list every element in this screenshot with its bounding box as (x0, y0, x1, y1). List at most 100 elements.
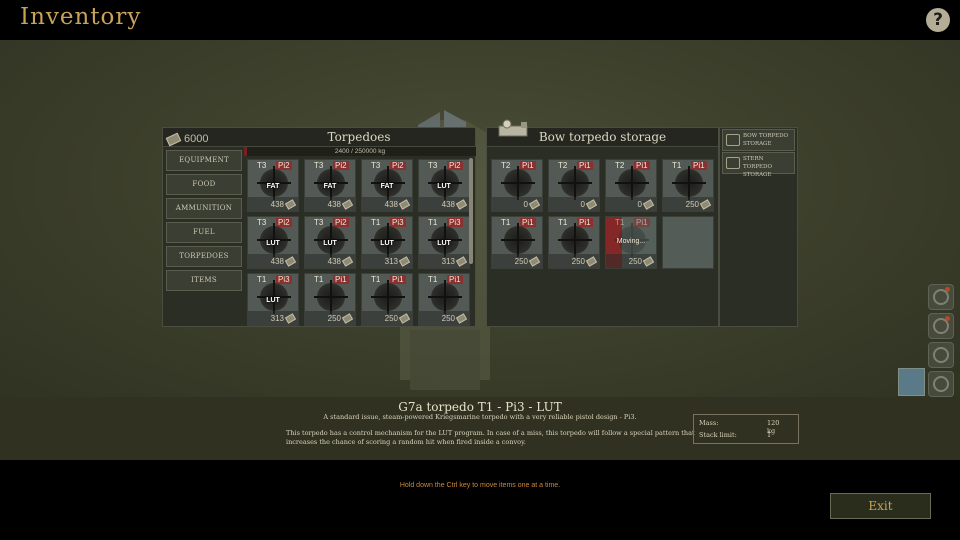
torpedo-type: T1 (428, 275, 438, 284)
torpedo-slot[interactable]: T1 Pi3 LUT 313 (418, 216, 470, 269)
torpedo-type: T1 (558, 218, 568, 227)
item-name: G7a torpedo T1 - Pi3 - LUT (398, 400, 562, 414)
binocular-glyph-icon (933, 376, 949, 392)
slot-price: 250 (685, 200, 699, 209)
slot-footer: 438 (419, 197, 469, 211)
inventory-scrollbar[interactable] (469, 158, 473, 264)
storage-button-0[interactable]: BOW TORPEDO STORAGE (722, 129, 795, 151)
stack-value: 1 (767, 431, 772, 439)
torpedo-slot[interactable]: T1 Pi3 LUT 313 (247, 273, 299, 326)
money-icon (341, 199, 354, 210)
top-bar: Inventory ? (0, 0, 960, 40)
slot-price: 313 (270, 314, 284, 323)
torpedo-icon (314, 280, 348, 314)
crew-status-icon[interactable] (928, 313, 954, 339)
slot-footer: 250 (663, 197, 713, 211)
torpedo-type: T1 (428, 218, 438, 227)
slot-price: 250 (514, 257, 528, 266)
binoculars-icon[interactable] (928, 371, 954, 397)
torpedo-slot[interactable]: T3 Pi2 FAT 438 (361, 159, 413, 212)
money-icon (699, 199, 712, 210)
program-label: FAT (323, 183, 337, 190)
torpedo-type: T3 (371, 161, 381, 170)
inventory-title: Torpedoes (327, 130, 391, 144)
storage-label: STERN TORPEDO STORAGE (743, 156, 772, 178)
storage-label: BOW TORPEDO STORAGE (743, 133, 789, 147)
torpedo-slot[interactable]: T2 Pi1 0 (491, 159, 543, 212)
slot-price: 438 (327, 200, 341, 209)
torpedo-icon (672, 166, 706, 200)
damage-control-icon[interactable] (928, 284, 954, 310)
torpedo-type: T3 (428, 161, 438, 170)
category-items-button[interactable]: ITEMS (166, 270, 242, 291)
torpedo-type: T1 (371, 218, 381, 227)
storage-button-1[interactable]: STERN TORPEDO STORAGE (722, 152, 795, 178)
category-torpedoes-button[interactable]: TORPEDOES (166, 246, 242, 267)
sea-map-icon[interactable] (898, 368, 925, 396)
moving-label: Moving... (616, 238, 646, 245)
item-stats: Mass: 120 kg Stack limit: 1 (693, 414, 799, 444)
storage-header: Bow torpedo storage (487, 119, 718, 147)
torpedo-slot[interactable]: T3 Pi2 LUT 438 (247, 216, 299, 269)
money-value: 6000 (184, 133, 209, 145)
slot-price: 0 (523, 200, 528, 209)
pistol-type: Pi2 (276, 218, 292, 227)
torpedo-slot[interactable]: T3 Pi2 LUT 438 (304, 216, 356, 269)
pistol-type: Pi3 (447, 218, 463, 227)
money-icon (455, 256, 468, 267)
slot-footer: 438 (248, 197, 298, 211)
category-equipment-button[interactable]: EQUIPMENT (166, 150, 242, 171)
torpedo-slot[interactable]: T1 Pi1 250 (491, 216, 543, 269)
gauge-icon[interactable] (928, 342, 954, 368)
exit-button[interactable]: Exit (830, 493, 931, 519)
torpedo-slot[interactable]: T1 Pi3 LUT 313 (361, 216, 413, 269)
torpedo-slot[interactable]: T2 Pi1 0 (548, 159, 600, 212)
money-icon (642, 256, 655, 267)
category-fuel-button[interactable]: FUEL (166, 222, 242, 243)
money-icon (528, 256, 541, 267)
torpedo-slot[interactable]: T3 Pi2 LUT 438 (418, 159, 470, 212)
torpedo-slot[interactable]: T1 Pi1 250 (662, 159, 714, 212)
category-food-button[interactable]: FOOD (166, 174, 242, 195)
torpedo-icon (615, 166, 649, 200)
pistol-type: Pi1 (447, 275, 463, 284)
slot-footer: 313 (248, 311, 298, 325)
torpedo-slot[interactable]: T1 Pi1 250 (418, 273, 470, 326)
pistol-type: Pi1 (634, 161, 650, 170)
money-icon (284, 256, 297, 267)
slot-footer: 0 (606, 197, 656, 211)
storage-icon (726, 134, 740, 146)
torpedo-type: T3 (257, 161, 267, 170)
item-details: G7a torpedo T1 - Pi3 - LUT A standard is… (0, 397, 960, 460)
money-icon (585, 256, 598, 267)
torpedo-slot[interactable]: T1 Pi1 250 (304, 273, 356, 326)
torpedo-slot[interactable]: T3 Pi2 FAT 438 (304, 159, 356, 212)
money-icon (398, 256, 411, 267)
money-icon (455, 199, 468, 210)
slot-price: 0 (580, 200, 585, 209)
torpedo-type: T1 (615, 218, 625, 227)
money-icon (341, 256, 354, 267)
alert-badge (945, 316, 950, 321)
torpedo-slot[interactable]: T3 Pi2 FAT 438 (247, 159, 299, 212)
submarine-scene: 6000 Torpedoes 2400 / 250000 kg EQUIPMEN… (0, 40, 960, 397)
storage-icon (726, 157, 740, 169)
pistol-type: Pi1 (691, 161, 707, 170)
torpedo-type: T3 (314, 161, 324, 170)
empty-slot[interactable] (662, 216, 714, 269)
torpedo-slot[interactable]: T2 Pi1 0 (605, 159, 657, 212)
torpedo-slot[interactable]: T1 Pi1 250 (361, 273, 413, 326)
money-icon (398, 313, 411, 324)
money-display: 6000 (165, 130, 209, 149)
torpedo-icon (428, 280, 462, 314)
mass-label: Mass: (699, 419, 719, 427)
category-ammunition-button[interactable]: AMMUNITION (166, 198, 242, 219)
help-button[interactable]: ? (926, 8, 950, 32)
stat-mass: Mass: 120 kg (699, 419, 779, 435)
torpedo-slot[interactable]: T1 Pi1 250 (548, 216, 600, 269)
pistol-type: Pi2 (333, 218, 349, 227)
slot-price: 250 (628, 257, 642, 266)
slot-price: 250 (327, 314, 341, 323)
capacity-bar: 2400 / 250000 kg (244, 147, 476, 156)
torpedo-slot[interactable]: T1 Pi1 Moving... 250 (605, 216, 657, 269)
